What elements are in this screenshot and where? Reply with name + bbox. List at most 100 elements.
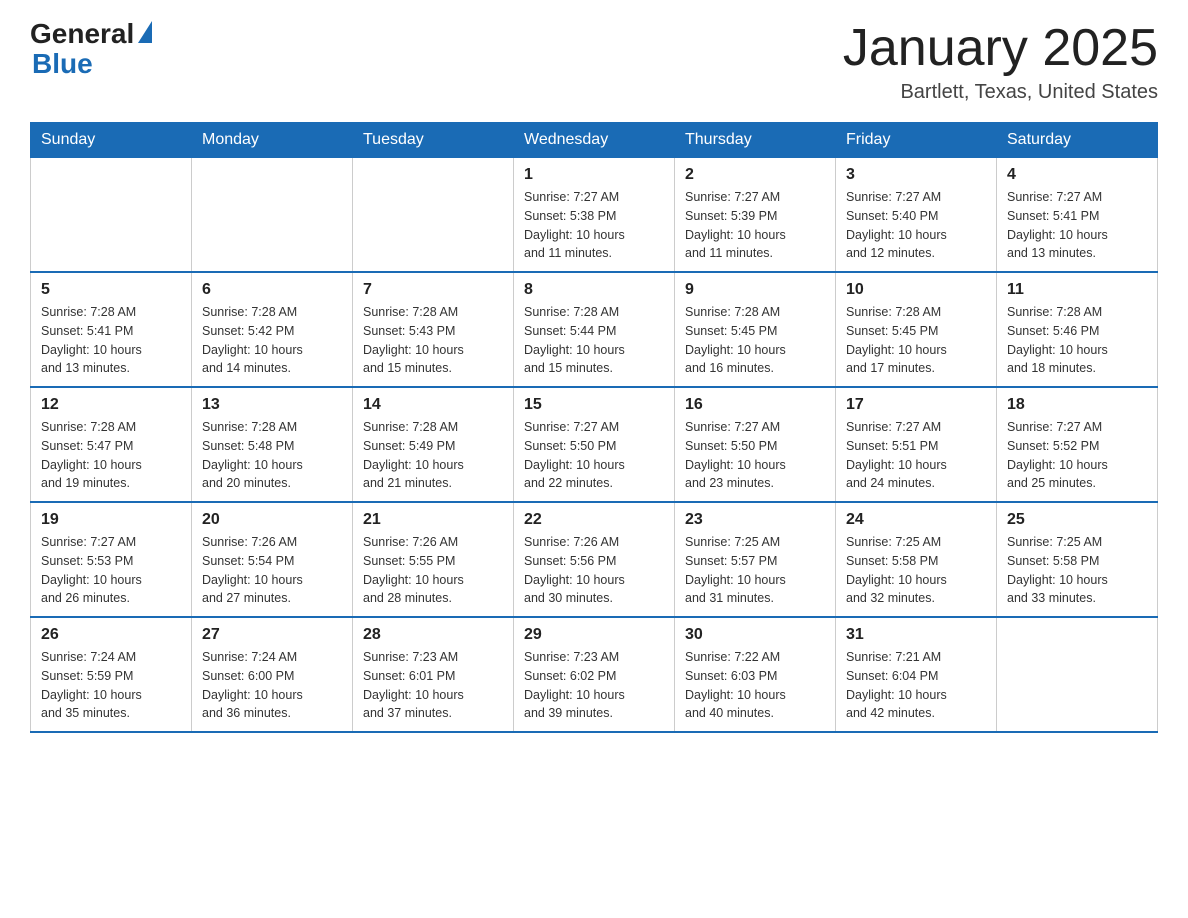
day-number: 6 [202, 281, 342, 299]
calendar-cell: 17 Sunrise: 7:27 AMSunset: 5:51 PMDayligh… [836, 387, 997, 502]
day-info: Sunrise: 7:28 AMSunset: 5:41 PMDaylight:… [41, 303, 181, 378]
calendar-cell: 5 Sunrise: 7:28 AMSunset: 5:41 PMDaylight… [31, 272, 192, 387]
logo-blue-text: Blue [30, 50, 93, 78]
calendar-cell: 2 Sunrise: 7:27 AMSunset: 5:39 PMDaylight… [675, 158, 836, 273]
day-info: Sunrise: 7:28 AMSunset: 5:48 PMDaylight:… [202, 418, 342, 493]
calendar-cell: 31Sunrise: 7:21 AMSunset: 6:04 PMDayligh… [836, 617, 997, 732]
day-number: 22 [524, 511, 664, 529]
day-info: Sunrise: 7:28 AMSunset: 5:42 PMDaylight:… [202, 303, 342, 378]
day-info: Sunrise: 7:28 AMSunset: 5:45 PMDaylight:… [685, 303, 825, 378]
day-info: Sunrise: 7:27 AMSunset: 5:39 PMDaylight:… [685, 188, 825, 263]
calendar-cell: 26Sunrise: 7:24 AMSunset: 5:59 PMDayligh… [31, 617, 192, 732]
calendar-cell: 4 Sunrise: 7:27 AMSunset: 5:41 PMDaylight… [997, 158, 1158, 273]
day-number: 26 [41, 626, 181, 644]
day-number: 3 [846, 166, 986, 184]
day-info: Sunrise: 7:23 AMSunset: 6:02 PMDaylight:… [524, 648, 664, 723]
calendar-cell: 23 Sunrise: 7:25 AMSunset: 5:57 PMDayligh… [675, 502, 836, 617]
day-info: Sunrise: 7:25 AMSunset: 5:57 PMDaylight:… [685, 533, 825, 608]
page-header: General Blue January 2025 Bartlett, Texa… [30, 20, 1158, 104]
calendar-cell: 13 Sunrise: 7:28 AMSunset: 5:48 PMDayligh… [192, 387, 353, 502]
day-number: 10 [846, 281, 986, 299]
calendar-cell: 14 Sunrise: 7:28 AMSunset: 5:49 PMDayligh… [353, 387, 514, 502]
location-subtitle: Bartlett, Texas, United States [843, 81, 1158, 104]
calendar-cell: 15 Sunrise: 7:27 AMSunset: 5:50 PMDayligh… [514, 387, 675, 502]
weekday-header-row: SundayMondayTuesdayWednesdayThursdayFrid… [31, 123, 1158, 158]
day-number: 2 [685, 166, 825, 184]
calendar-cell: 6 Sunrise: 7:28 AMSunset: 5:42 PMDaylight… [192, 272, 353, 387]
calendar-cell: 7 Sunrise: 7:28 AMSunset: 5:43 PMDaylight… [353, 272, 514, 387]
calendar-cell: 1Sunrise: 7:27 AMSunset: 5:38 PMDaylight… [514, 158, 675, 273]
day-info: Sunrise: 7:25 AMSunset: 5:58 PMDaylight:… [1007, 533, 1147, 608]
calendar-table: SundayMondayTuesdayWednesdayThursdayFrid… [30, 122, 1158, 733]
day-info: Sunrise: 7:28 AMSunset: 5:45 PMDaylight:… [846, 303, 986, 378]
calendar-cell: 19 Sunrise: 7:27 AMSunset: 5:53 PMDayligh… [31, 502, 192, 617]
day-info: Sunrise: 7:27 AMSunset: 5:40 PMDaylight:… [846, 188, 986, 263]
day-number: 7 [363, 281, 503, 299]
calendar-cell [192, 158, 353, 273]
weekday-header-wednesday: Wednesday [514, 123, 675, 158]
calendar-cell: 12 Sunrise: 7:28 AMSunset: 5:47 PMDayligh… [31, 387, 192, 502]
calendar-cell: 21Sunrise: 7:26 AMSunset: 5:55 PMDayligh… [353, 502, 514, 617]
day-number: 5 [41, 281, 181, 299]
weekday-header-thursday: Thursday [675, 123, 836, 158]
weekday-header-saturday: Saturday [997, 123, 1158, 158]
day-info: Sunrise: 7:28 AMSunset: 5:44 PMDaylight:… [524, 303, 664, 378]
day-number: 14 [363, 396, 503, 414]
day-info: Sunrise: 7:27 AMSunset: 5:38 PMDaylight:… [524, 188, 664, 263]
day-info: Sunrise: 7:26 AMSunset: 5:56 PMDaylight:… [524, 533, 664, 608]
title-area: January 2025 Bartlett, Texas, United Sta… [843, 20, 1158, 104]
day-info: Sunrise: 7:23 AMSunset: 6:01 PMDaylight:… [363, 648, 503, 723]
logo: General Blue [30, 20, 152, 78]
calendar-cell: 18Sunrise: 7:27 AMSunset: 5:52 PMDayligh… [997, 387, 1158, 502]
day-number: 17 [846, 396, 986, 414]
week-row-2: 5 Sunrise: 7:28 AMSunset: 5:41 PMDaylight… [31, 272, 1158, 387]
day-number: 28 [363, 626, 503, 644]
day-number: 13 [202, 396, 342, 414]
day-info: Sunrise: 7:28 AMSunset: 5:49 PMDaylight:… [363, 418, 503, 493]
day-info: Sunrise: 7:26 AMSunset: 5:54 PMDaylight:… [202, 533, 342, 608]
day-number: 29 [524, 626, 664, 644]
calendar-cell: 8 Sunrise: 7:28 AMSunset: 5:44 PMDaylight… [514, 272, 675, 387]
logo-triangle-icon [138, 21, 152, 43]
day-info: Sunrise: 7:27 AMSunset: 5:53 PMDaylight:… [41, 533, 181, 608]
day-info: Sunrise: 7:28 AMSunset: 5:46 PMDaylight:… [1007, 303, 1147, 378]
month-title: January 2025 [843, 20, 1158, 77]
week-row-3: 12 Sunrise: 7:28 AMSunset: 5:47 PMDayligh… [31, 387, 1158, 502]
day-info: Sunrise: 7:28 AMSunset: 5:47 PMDaylight:… [41, 418, 181, 493]
day-number: 19 [41, 511, 181, 529]
weekday-header-friday: Friday [836, 123, 997, 158]
day-number: 23 [685, 511, 825, 529]
calendar-cell: 22 Sunrise: 7:26 AMSunset: 5:56 PMDayligh… [514, 502, 675, 617]
day-number: 4 [1007, 166, 1147, 184]
logo-general-text: General [30, 20, 134, 48]
day-info: Sunrise: 7:27 AMSunset: 5:51 PMDaylight:… [846, 418, 986, 493]
calendar-cell: 11Sunrise: 7:28 AMSunset: 5:46 PMDayligh… [997, 272, 1158, 387]
calendar-cell: 27 Sunrise: 7:24 AMSunset: 6:00 PMDayligh… [192, 617, 353, 732]
day-number: 24 [846, 511, 986, 529]
day-number: 16 [685, 396, 825, 414]
day-number: 12 [41, 396, 181, 414]
calendar-cell: 25Sunrise: 7:25 AMSunset: 5:58 PMDayligh… [997, 502, 1158, 617]
day-number: 30 [685, 626, 825, 644]
day-info: Sunrise: 7:28 AMSunset: 5:43 PMDaylight:… [363, 303, 503, 378]
day-number: 20 [202, 511, 342, 529]
calendar-cell: 24Sunrise: 7:25 AMSunset: 5:58 PMDayligh… [836, 502, 997, 617]
calendar-cell: 29 Sunrise: 7:23 AMSunset: 6:02 PMDayligh… [514, 617, 675, 732]
day-number: 8 [524, 281, 664, 299]
day-info: Sunrise: 7:24 AMSunset: 6:00 PMDaylight:… [202, 648, 342, 723]
day-info: Sunrise: 7:22 AMSunset: 6:03 PMDaylight:… [685, 648, 825, 723]
calendar-cell: 20 Sunrise: 7:26 AMSunset: 5:54 PMDayligh… [192, 502, 353, 617]
day-info: Sunrise: 7:27 AMSunset: 5:50 PMDaylight:… [524, 418, 664, 493]
weekday-header-tuesday: Tuesday [353, 123, 514, 158]
calendar-cell [353, 158, 514, 273]
day-number: 27 [202, 626, 342, 644]
day-number: 15 [524, 396, 664, 414]
day-info: Sunrise: 7:27 AMSunset: 5:50 PMDaylight:… [685, 418, 825, 493]
day-info: Sunrise: 7:26 AMSunset: 5:55 PMDaylight:… [363, 533, 503, 608]
calendar-cell: 9Sunrise: 7:28 AMSunset: 5:45 PMDaylight… [675, 272, 836, 387]
calendar-cell: 16 Sunrise: 7:27 AMSunset: 5:50 PMDayligh… [675, 387, 836, 502]
week-row-1: 1Sunrise: 7:27 AMSunset: 5:38 PMDaylight… [31, 158, 1158, 273]
calendar-cell: 30 Sunrise: 7:22 AMSunset: 6:03 PMDayligh… [675, 617, 836, 732]
day-info: Sunrise: 7:27 AMSunset: 5:41 PMDaylight:… [1007, 188, 1147, 263]
calendar-cell: 3 Sunrise: 7:27 AMSunset: 5:40 PMDaylight… [836, 158, 997, 273]
